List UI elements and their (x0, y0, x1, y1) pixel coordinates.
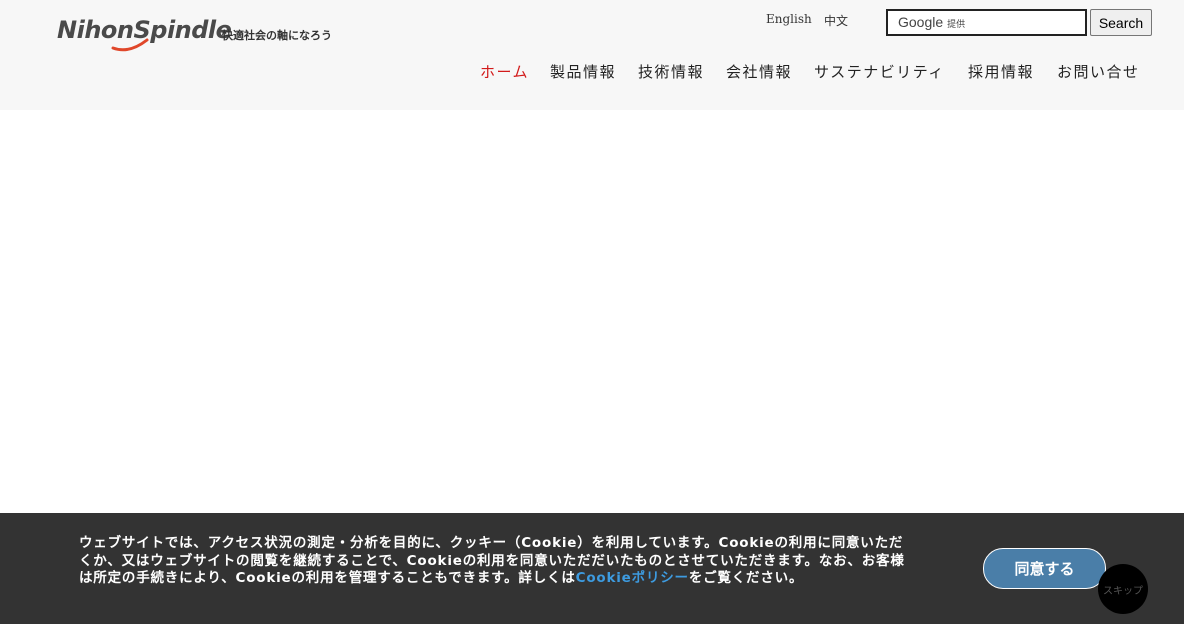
nav-item-contact[interactable]: お問い合せ (1057, 61, 1140, 82)
nav-item-products[interactable]: 製品情報 (550, 61, 616, 82)
logo-tagline: 快適社会の軸になろう (222, 29, 332, 42)
nav-item-technology[interactable]: 技術情報 (638, 61, 704, 82)
cookie-consent-text: ウェブサイトでは、アクセス状況の測定・分析を目的に、クッキー（Cookie）を利… (79, 535, 905, 586)
search-button[interactable]: Search (1090, 9, 1152, 36)
nav-item-recruit[interactable]: 採用情報 (968, 61, 1034, 82)
nav-item-sustainability[interactable]: サステナビリティ (814, 61, 945, 82)
cookie-agree-button[interactable]: 同意する (983, 548, 1106, 589)
cookie-policy-link[interactable]: Cookieポリシー (576, 570, 689, 586)
search-input[interactable] (888, 11, 1085, 34)
skip-button[interactable]: スキップ (1098, 564, 1148, 614)
cookie-consent-banner: ウェブサイトでは、アクセス状況の測定・分析を目的に、クッキー（Cookie）を利… (0, 513, 1184, 624)
language-link-english[interactable]: English (766, 12, 812, 26)
nav-item-home[interactable]: ホーム (480, 61, 529, 82)
search-field[interactable]: Google 提供 (886, 9, 1087, 36)
logo-swoosh-icon (111, 38, 149, 52)
nav-item-company[interactable]: 会社情報 (726, 61, 792, 82)
site-header: NihonSpindle 快適社会の軸になろう English 中文 Googl… (0, 0, 1184, 110)
language-link-chinese[interactable]: 中文 (824, 12, 848, 29)
company-logo[interactable]: NihonSpindle 快適社会の軸になろう (57, 14, 347, 54)
